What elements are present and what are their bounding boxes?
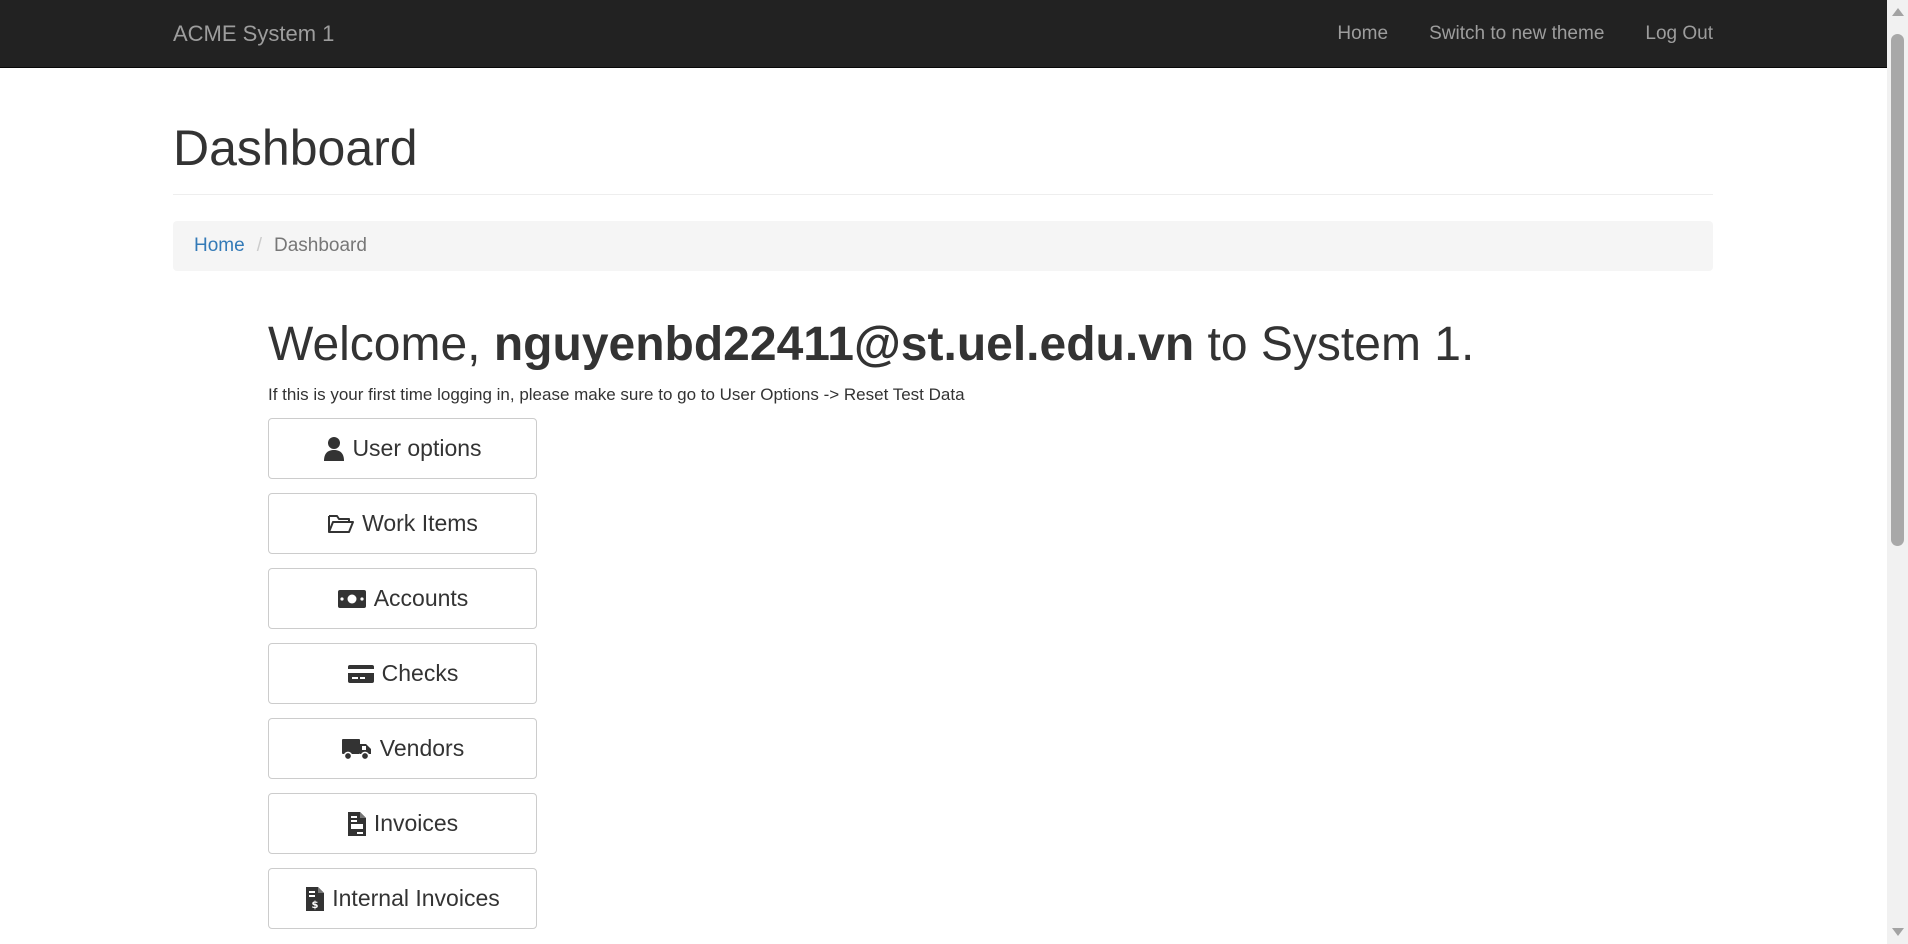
main-content: Dashboard Home / Dashboard Welcome, nguy…	[173, 68, 1713, 929]
top-navbar: ACME System 1 Home Switch to new theme L…	[0, 0, 1887, 68]
breadcrumb: Home / Dashboard	[173, 221, 1713, 271]
scroll-up-arrow-icon[interactable]	[1892, 8, 1904, 16]
page-title: Dashboard	[173, 120, 418, 176]
internal-invoices-label: Internal Invoices	[332, 885, 500, 911]
welcome-prefix: Welcome,	[268, 318, 481, 371]
scroll-down-arrow-icon[interactable]	[1892, 928, 1904, 936]
svg-text:$: $	[312, 900, 319, 911]
work-items-button[interactable]: Work Items	[268, 493, 537, 554]
file-invoice-icon	[347, 811, 367, 837]
breadcrumb-home-link[interactable]: Home	[194, 235, 245, 257]
title-divider	[173, 194, 1713, 195]
vertical-scrollbar[interactable]	[1887, 0, 1908, 944]
user-options-label: User options	[352, 435, 482, 461]
invoices-button[interactable]: Invoices	[268, 793, 537, 854]
welcome-user-email: nguyenbd22411@st.uel.edu.vn	[493, 318, 1195, 371]
welcome-suffix: to System 1.	[1207, 318, 1475, 371]
nav-logout-link[interactable]: Log Out	[1645, 20, 1713, 48]
internal-invoices-button[interactable]: $ Internal Invoices	[268, 868, 537, 929]
nav-home-link[interactable]: Home	[1337, 20, 1388, 48]
app-window: ACME System 1 Home Switch to new theme L…	[0, 0, 1908, 944]
credit-card-icon	[347, 663, 375, 685]
first-login-notice: If this is your first time logging in, p…	[268, 385, 965, 404]
breadcrumb-current: Dashboard	[273, 235, 367, 256]
checks-label: Checks	[381, 660, 459, 686]
vendors-button[interactable]: Vendors	[268, 718, 537, 779]
user-icon	[323, 436, 345, 462]
brand-link[interactable]: ACME System 1	[173, 20, 334, 48]
scroll-thumb[interactable]	[1891, 34, 1904, 546]
work-items-label: Work Items	[362, 510, 478, 536]
invoices-label: Invoices	[373, 810, 459, 836]
dashboard-menu: User options Work Items Accounts Checks …	[268, 418, 1668, 929]
vendors-label: Vendors	[379, 735, 465, 761]
welcome-heading: Welcome, nguyenbd22411@st.uel.edu.vn to …	[268, 316, 1668, 374]
nav-links: Home Switch to new theme Log Out	[1337, 20, 1713, 48]
accounts-label: Accounts	[373, 585, 469, 611]
accounts-button[interactable]: Accounts	[268, 568, 537, 629]
truck-icon	[341, 737, 373, 761]
nav-switch-theme-link[interactable]: Switch to new theme	[1429, 20, 1604, 48]
user-options-button[interactable]: User options	[268, 418, 537, 479]
welcome-section: Welcome, nguyenbd22411@st.uel.edu.vn to …	[268, 316, 1668, 929]
file-invoice-dollar-icon: $	[305, 886, 325, 912]
folder-open-icon	[327, 513, 355, 535]
checks-button[interactable]: Checks	[268, 643, 537, 704]
money-bill-icon	[337, 589, 367, 609]
breadcrumb-separator: /	[256, 235, 262, 256]
